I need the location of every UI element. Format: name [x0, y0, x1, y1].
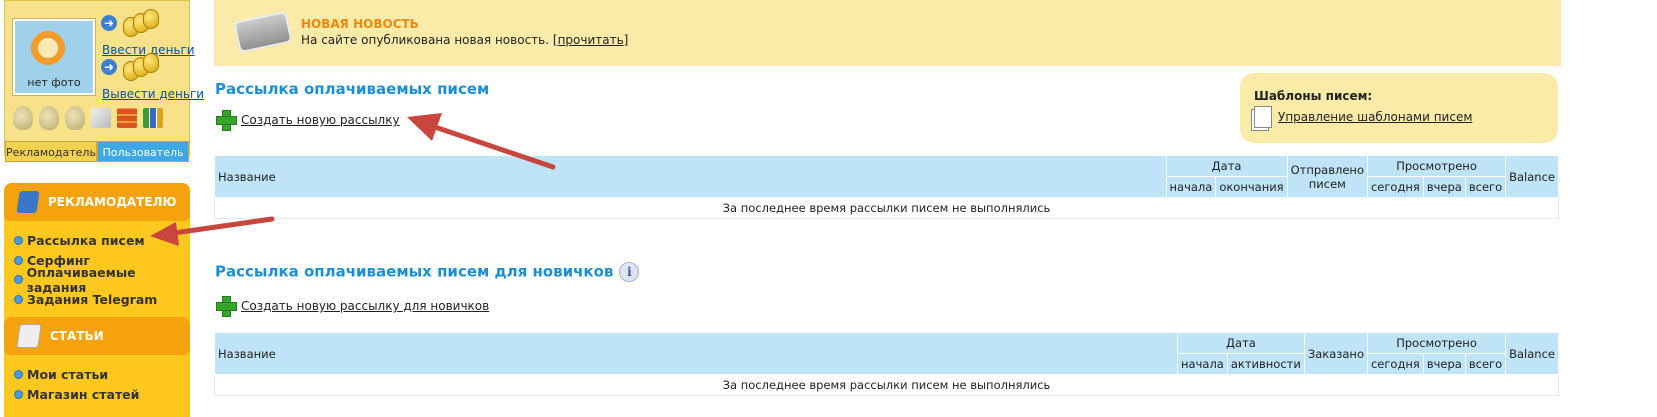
templates-title: Шаблоны писем:	[1254, 89, 1373, 103]
sidebar-item-mail-mailing[interactable]: Рассылка писем	[14, 231, 190, 251]
read-news-link[interactable]: прочитать	[558, 33, 624, 47]
coins-icon	[119, 9, 159, 37]
column-header-balance[interactable]: Balance	[1505, 332, 1559, 375]
articles-menu-list: Мои статьи Магазин статей	[4, 355, 190, 412]
create-mailing-row: Создать новую рассылку	[215, 109, 400, 131]
newspaper-icon	[233, 10, 293, 54]
withdraw-row: ➜ Вывести деньги	[101, 53, 204, 101]
sidebar-item-label: Задания Telegram	[27, 291, 158, 307]
sidebar-item-paid-tasks[interactable]: Оплачиваемые задания	[14, 265, 190, 295]
header-line: Отправлено	[1290, 162, 1364, 177]
column-header-name[interactable]: Название	[214, 155, 1167, 198]
edit-icon[interactable]	[91, 108, 111, 128]
stats-chart-icon[interactable]	[143, 108, 163, 128]
create-newbie-mailing-link[interactable]: Создать новую рассылку для новичков	[241, 299, 489, 313]
bullet-icon	[14, 236, 23, 246]
sidebar-item-label: Мои статьи	[27, 367, 109, 383]
menu-header-advertiser[interactable]: РЕКЛАМОДАТЕЛЮ	[4, 183, 190, 221]
templates-link-row: Управление шаблонами писем	[1254, 106, 1472, 128]
newbie-mailings-table: Название Дата Заказано Просмотрено Balan…	[213, 332, 1559, 396]
info-icon[interactable]: i	[619, 262, 640, 282]
column-header-balance[interactable]: Balance	[1505, 155, 1559, 198]
sidebar-item-my-articles[interactable]: Мои статьи	[14, 365, 190, 385]
section-title-text: Рассылка оплачиваемых писем для новичков	[215, 262, 614, 281]
documents-icon	[1254, 106, 1272, 128]
column-header-ordered[interactable]: Заказано	[1303, 332, 1368, 375]
no-photo-label: нет фото	[27, 76, 81, 89]
column-header-start[interactable]: начала	[1165, 176, 1217, 198]
sidebar-item-label: Рассылка писем	[27, 233, 145, 249]
manage-templates-link[interactable]: Управление шаблонами писем	[1278, 110, 1472, 124]
column-header-sent[interactable]: Отправлено писем	[1286, 155, 1368, 198]
money-bag-icon[interactable]	[39, 106, 59, 130]
empty-table-message: За последнее время рассылки писем не вып…	[214, 374, 1559, 396]
sidebar-menu: РЕКЛАМОДАТЕЛЮ Рассылка писем Серфинг Опл…	[4, 183, 190, 417]
menu-header-label: СТАТЬИ	[50, 329, 104, 343]
menu-header-articles[interactable]: СТАТЬИ	[4, 317, 190, 355]
news-banner: НОВАЯ НОВОСТЬ На сайте опубликована нова…	[214, 0, 1561, 66]
column-header-today[interactable]: сегодня	[1366, 353, 1424, 375]
column-header-start[interactable]: начала	[1177, 353, 1228, 375]
withdraw-link[interactable]: Вывести деньги	[102, 87, 204, 101]
advertiser-menu-list: Рассылка писем Серфинг Оплачиваемые зада…	[4, 221, 190, 317]
sidebar-item-label: Оплачиваемые задания	[26, 264, 136, 295]
user-panel: нет фото ➜ Ввести деньги ➜ Вывести деньг…	[4, 0, 204, 162]
empty-table-message: За последнее время рассылки писем не вып…	[214, 197, 1559, 219]
news-message: На сайте опубликована новая новость.	[301, 33, 550, 47]
bracket: ]	[623, 33, 629, 47]
megaphone-icon	[16, 191, 40, 213]
tab-advertiser[interactable]: Рекламодатель	[5, 141, 97, 162]
paid-mailings-table: Название Дата Отправлено писем Просмотрен…	[214, 155, 1559, 219]
column-header-activity[interactable]: активности	[1226, 353, 1305, 375]
create-newbie-mailing-row: Создать новую рассылку для новичков	[215, 295, 489, 317]
plus-icon[interactable]	[215, 295, 237, 317]
deposit-row: ➜ Ввести деньги	[101, 9, 195, 57]
user-icons-row	[13, 106, 163, 130]
column-header-date: Дата	[1177, 332, 1305, 354]
column-header-today[interactable]: сегодня	[1366, 176, 1424, 198]
arrow-right-icon: ➜	[101, 15, 117, 31]
bullet-icon	[14, 389, 23, 399]
column-header-viewed: Просмотрено	[1366, 155, 1507, 177]
column-header-date: Дата	[1165, 155, 1288, 177]
column-header-total[interactable]: всего	[1464, 176, 1507, 198]
coins-icon	[119, 53, 159, 81]
document-icon	[16, 324, 42, 348]
bullet-icon	[14, 370, 23, 380]
section-title-newbie-mailing: Рассылка оплачиваемых писем для новичков…	[215, 262, 640, 282]
menu-header-label: РЕКЛАМОДАТЕЛЮ	[48, 195, 177, 209]
bullet-icon	[14, 275, 23, 285]
money-bag-icon[interactable]	[65, 106, 85, 130]
column-header-yesterday[interactable]: вчера	[1422, 176, 1466, 198]
create-mailing-link[interactable]: Создать новую рассылку	[241, 113, 400, 127]
news-title: НОВАЯ НОВОСТЬ	[301, 17, 419, 31]
news-text: На сайте опубликована новая новость. [пр…	[301, 33, 628, 47]
column-header-yesterday[interactable]: вчера	[1422, 353, 1466, 375]
column-header-name[interactable]: Название	[213, 332, 1179, 375]
templates-box: Шаблоны писем: Управление шаблонами писе…	[1240, 73, 1558, 143]
column-header-total[interactable]: всего	[1464, 353, 1507, 375]
column-header-viewed: Просмотрено	[1366, 332, 1507, 354]
avatar[interactable]: нет фото	[13, 19, 95, 95]
bullet-icon	[14, 294, 23, 304]
arrow-left-icon: ➜	[101, 59, 117, 75]
section-title-paid-mailing: Рассылка оплачиваемых писем	[215, 80, 490, 98]
header-line: писем	[1308, 176, 1346, 191]
money-bag-icon[interactable]	[13, 106, 33, 130]
avatar-placeholder-icon	[31, 31, 65, 65]
sidebar-item-label: Магазин статей	[27, 386, 140, 402]
sidebar-item-article-shop[interactable]: Магазин статей	[14, 385, 190, 405]
tab-user[interactable]: Пользователь	[97, 141, 189, 162]
firewall-icon[interactable]	[117, 108, 137, 128]
role-tabs: Рекламодатель Пользователь	[5, 141, 189, 162]
column-header-end[interactable]: окончания	[1215, 176, 1288, 198]
bullet-icon	[14, 255, 23, 265]
plus-icon[interactable]	[215, 109, 237, 131]
